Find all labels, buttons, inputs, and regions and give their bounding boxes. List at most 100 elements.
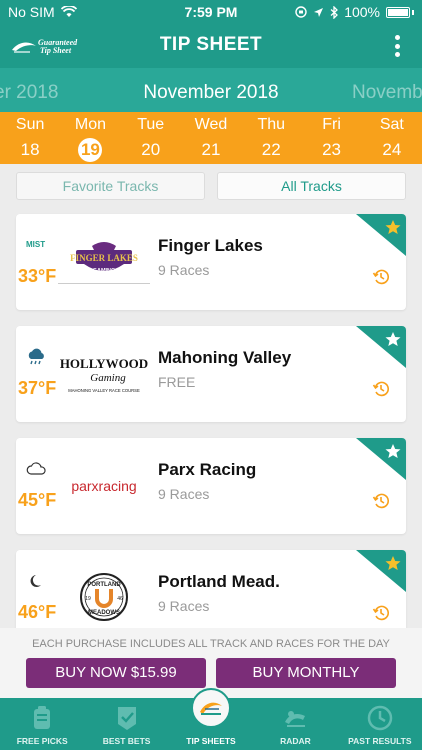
free-picks-icon (34, 706, 51, 729)
track-card-parx-racing[interactable]: 45°F parxracing Parx Racing 9 Races (16, 438, 406, 534)
finger-lakes-logo-text: FINGER LAKES (70, 253, 138, 263)
track-races: FREE (158, 374, 196, 390)
day-name: Tue (137, 116, 165, 133)
day-number-selected: 19 (78, 138, 103, 162)
bottom-tab-bar: FREE PICKS BEST BETS TIP SHEETS RADAR PA… (0, 688, 422, 750)
parx-logo-text: parxracing (71, 478, 136, 494)
track-name: Portland Mead. (158, 572, 280, 591)
cloud-icon (26, 462, 46, 475)
day-name: Wed (194, 116, 228, 133)
day-number: 24 (382, 140, 402, 159)
temperature: 37°F (18, 378, 57, 398)
hollywood-logo-sub2: MAHONING VALLEY RACE COURSE (68, 388, 140, 393)
day-tue[interactable]: Tue 20 (121, 112, 181, 164)
tab-all-tracks[interactable]: All Tracks (217, 172, 406, 200)
portland-meadows-logo: PORTLAND MEADOWS 19 46 (80, 573, 128, 621)
day-name: Fri (322, 116, 341, 133)
radar-icon (285, 711, 306, 727)
track-card-finger-lakes[interactable]: MIST 33°F FINGER LAKES GAMING Finger Lak… (16, 214, 406, 310)
day-name: Sun (15, 116, 45, 133)
portland-logo-sub: MEADOWS (88, 610, 120, 616)
tip-sheets-badge (191, 688, 232, 728)
temperature: 46°F (18, 602, 57, 622)
track-name: Finger Lakes (158, 236, 263, 255)
star-favorite-icon[interactable] (356, 214, 406, 256)
month-next[interactable]: Novemb (352, 82, 422, 104)
portland-logo-left: 19 (85, 596, 91, 602)
rain-cloud-icon (28, 348, 44, 365)
day-number: 18 (20, 140, 40, 159)
temperature: 33°F (18, 266, 57, 286)
star-favorite-icon[interactable] (356, 326, 406, 368)
more-menu-icon[interactable] (390, 33, 404, 59)
day-number: 20 (141, 140, 161, 159)
portland-logo-right: 46 (117, 596, 123, 602)
day-thu[interactable]: Thu 22 (241, 112, 301, 164)
day-fri[interactable]: Fri 23 (301, 112, 361, 164)
purchase-note: EACH PURCHASE INCLUDES ALL TRACK AND RAC… (32, 638, 390, 650)
tip-sheets-icon (200, 702, 223, 715)
tab-free-picks[interactable]: FREE PICKS (0, 698, 84, 750)
finger-lakes-logo: FINGER LAKES GAMING (58, 242, 150, 284)
buy-now-button[interactable]: BUY NOW $15.99 (26, 658, 206, 688)
track-filter: Favorite Tracks All Tracks (16, 172, 406, 200)
track-races: 9 Races (158, 262, 210, 278)
battery-percent: 100% (344, 4, 380, 20)
tab-label: FREE PICKS (16, 736, 68, 746)
track-name: Mahoning Valley (158, 348, 292, 367)
day-strip: Sun 18 Mon 19 Tue 20 Wed 21 Thu 22 Fri 23 Sat 2… (0, 112, 422, 164)
track-races: 9 Races (158, 486, 210, 502)
tab-label: BEST BETS (102, 736, 151, 746)
nav-bar: Guaranteed Tip Sheet TIP SHEET (0, 24, 422, 68)
bluetooth-icon (330, 5, 339, 19)
day-wed[interactable]: Wed 21 (181, 112, 241, 164)
tab-radar[interactable]: RADAR (253, 698, 337, 750)
history-clock-icon[interactable] (372, 268, 390, 286)
track-races: 9 Races (158, 598, 210, 614)
day-name: Thu (257, 116, 286, 133)
carrier-label: No SIM (8, 4, 55, 20)
day-mon[interactable]: Mon 19 (60, 112, 120, 164)
day-number: 22 (261, 140, 281, 159)
tab-best-bets[interactable]: BEST BETS (84, 698, 168, 750)
day-name: Mon (74, 116, 106, 133)
weather-label: MIST (26, 240, 46, 249)
day-number: 21 (201, 140, 221, 159)
star-favorite-icon[interactable] (356, 438, 406, 480)
day-name: Sat (379, 116, 404, 133)
past-results-icon (367, 705, 393, 731)
month-selector[interactable]: er 2018 November 2018 Novemb (0, 68, 422, 112)
tab-tip-sheets[interactable]: TIP SHEETS (169, 688, 253, 750)
parx-racing-logo: parxracing (71, 478, 136, 494)
tab-favorite-tracks[interactable]: Favorite Tracks (16, 172, 205, 200)
star-favorite-icon[interactable] (356, 550, 406, 592)
portland-logo-text: PORTLAND (87, 582, 121, 588)
temperature: 45°F (18, 490, 57, 510)
hollywood-gaming-logo: HOLLYWOOD Gaming MAHONING VALLEY RACE CO… (60, 356, 148, 393)
history-clock-icon[interactable] (372, 492, 390, 510)
day-number: 23 (322, 140, 341, 159)
buy-monthly-button[interactable]: BUY MONTHLY (216, 658, 396, 688)
hollywood-logo-sub: Gaming (90, 372, 126, 384)
tab-past-results[interactable]: PAST RESULTS (338, 698, 422, 750)
history-clock-icon[interactable] (372, 380, 390, 398)
day-sun[interactable]: Sun 18 (0, 112, 60, 164)
tab-label: RADAR (280, 736, 311, 746)
location-icon (314, 7, 324, 17)
track-card-mahoning-valley[interactable]: 37°F HOLLYWOOD Gaming MAHONING VALLEY RA… (16, 326, 406, 422)
battery-tip (412, 9, 414, 15)
tab-label: PAST RESULTS (348, 736, 412, 746)
track-name: Parx Racing (158, 460, 257, 479)
finger-lakes-logo-sub: GAMING (93, 268, 116, 274)
history-clock-icon[interactable] (372, 604, 390, 622)
moon-icon (30, 575, 41, 587)
day-sat[interactable]: Sat 24 (362, 112, 422, 164)
status-left: No SIM (8, 4, 77, 20)
tab-label: TIP SHEETS (186, 736, 236, 746)
hollywood-logo-text: HOLLYWOOD (60, 356, 148, 371)
lock-rotation-icon (295, 6, 307, 18)
best-bets-icon (117, 707, 136, 730)
status-bar: No SIM 7:59 PM 100% (0, 0, 422, 24)
battery-icon (386, 6, 410, 18)
status-right: 100% (295, 4, 414, 20)
